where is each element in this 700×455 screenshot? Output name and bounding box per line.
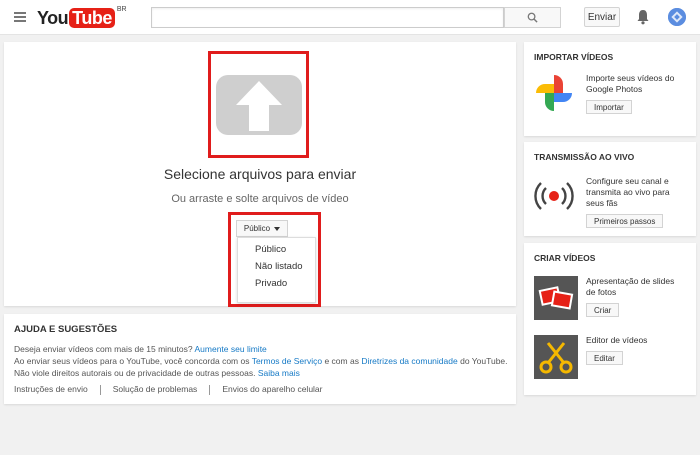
import-text: Importe seus vídeos do Google Photos [586,73,675,94]
create-videos-card: CRIAR VÍDEOS Apresentação de slides de f… [524,243,696,395]
upload-title: Selecione arquivos para enviar [163,166,357,182]
privacy-option-private[interactable]: Privado [238,275,315,292]
editor-text: Editor de vídeos [586,335,648,345]
import-videos-card: IMPORTAR VÍDEOS Importe seus vídeos do G… [524,42,696,136]
privacy-highlight: Público Público Não listado Privado [228,212,321,307]
mobile-uploads-link[interactable]: Envios do aparelho celular [222,384,322,395]
user-avatar[interactable] [668,8,686,26]
live-streaming-card: TRANSMISSÃO AO VIVO Configure seu canal … [524,142,696,236]
upload-arrow-icon [215,74,302,135]
help-title: AJUDA E SUGESTÕES [14,324,118,335]
notifications-bell-icon[interactable] [636,9,650,28]
create-videos-title: CRIAR VÍDEOS [534,253,596,263]
photo-slideshow-icon [534,276,578,320]
select-files-button[interactable] [208,51,309,158]
import-row: Importe seus vídeos do Google Photos Imp… [534,73,686,114]
divider [99,385,101,395]
edit-video-button[interactable]: Editar [586,351,623,365]
live-row: Configure seu canal e transmita ao vivo … [534,176,686,228]
help-line3-text: Não viole direitos autorais ou de privac… [14,368,256,378]
import-button[interactable]: Importar [586,100,632,114]
privacy-menu: Público Não listado Privado [237,237,316,303]
increase-limit-link[interactable]: Aumente seu limite [195,344,267,354]
privacy-option-unlisted[interactable]: Não listado [238,258,315,275]
get-started-button[interactable]: Primeiros passos [586,214,664,228]
youtube-logo[interactable]: You Tube BR [37,6,127,28]
help-line2-text-c: do YouTube. [460,356,508,366]
privacy-dropdown-button[interactable]: Público [236,220,288,237]
upload-instructions-link[interactable]: Instruções de envio [14,384,88,395]
help-line-limit: Deseja enviar vídeos com mais de 15 minu… [14,343,506,355]
slideshow-row: Apresentação de slides de fotos Criar [534,276,686,320]
slideshow-text: Apresentação de slides de fotos [586,276,675,297]
caret-down-icon [274,226,281,231]
upload-subtitle: Ou arraste e solte arquivos de vídeo [171,193,349,205]
divider [209,385,211,395]
learn-more-link[interactable]: Saiba mais [258,368,300,378]
help-line2-text-a: Ao enviar seus vídeos para o YouTube, vo… [14,356,250,366]
privacy-option-public[interactable]: Público [238,241,315,258]
help-line1-text: Deseja enviar vídeos com mais de 15 minu… [14,344,193,354]
live-broadcast-icon [534,182,574,210]
privacy-selected-label: Público [243,224,271,233]
create-slideshow-button[interactable]: Criar [586,303,620,317]
search-input[interactable] [151,7,504,28]
video-editor-scissors-icon [534,335,578,379]
terms-of-service-link[interactable]: Termos de Serviço [252,356,322,366]
logo-you-text: You [37,8,69,28]
live-streaming-title: TRANSMISSÃO AO VIVO [534,152,635,162]
live-text: Configure seu canal e transmita ao vivo … [586,176,670,208]
top-bar: You Tube BR Enviar [0,0,700,35]
hamburger-menu-icon[interactable] [14,12,26,22]
google-photos-icon [536,75,572,111]
editor-row: Editor de vídeos Editar [534,335,686,379]
logo-tube-text: Tube [69,8,115,28]
help-panel: AJUDA E SUGESTÕES Deseja enviar vídeos c… [4,314,516,404]
help-line-copyright: Não viole direitos autorais ou de privac… [14,367,506,379]
help-line2-text-b: e com as [324,356,359,366]
search-button[interactable] [504,7,561,28]
help-line-terms: Ao enviar seus vídeos para o YouTube, vo… [14,355,508,367]
import-videos-title: IMPORTAR VÍDEOS [534,52,614,62]
help-links: Instruções de envio Solução de problemas… [14,384,506,395]
search-icon [527,12,538,23]
community-guidelines-link[interactable]: Diretrizes da comunidade [361,356,457,366]
logo-region: BR [116,6,127,13]
upload-button[interactable]: Enviar [584,7,620,27]
troubleshooting-link[interactable]: Solução de problemas [113,384,198,395]
